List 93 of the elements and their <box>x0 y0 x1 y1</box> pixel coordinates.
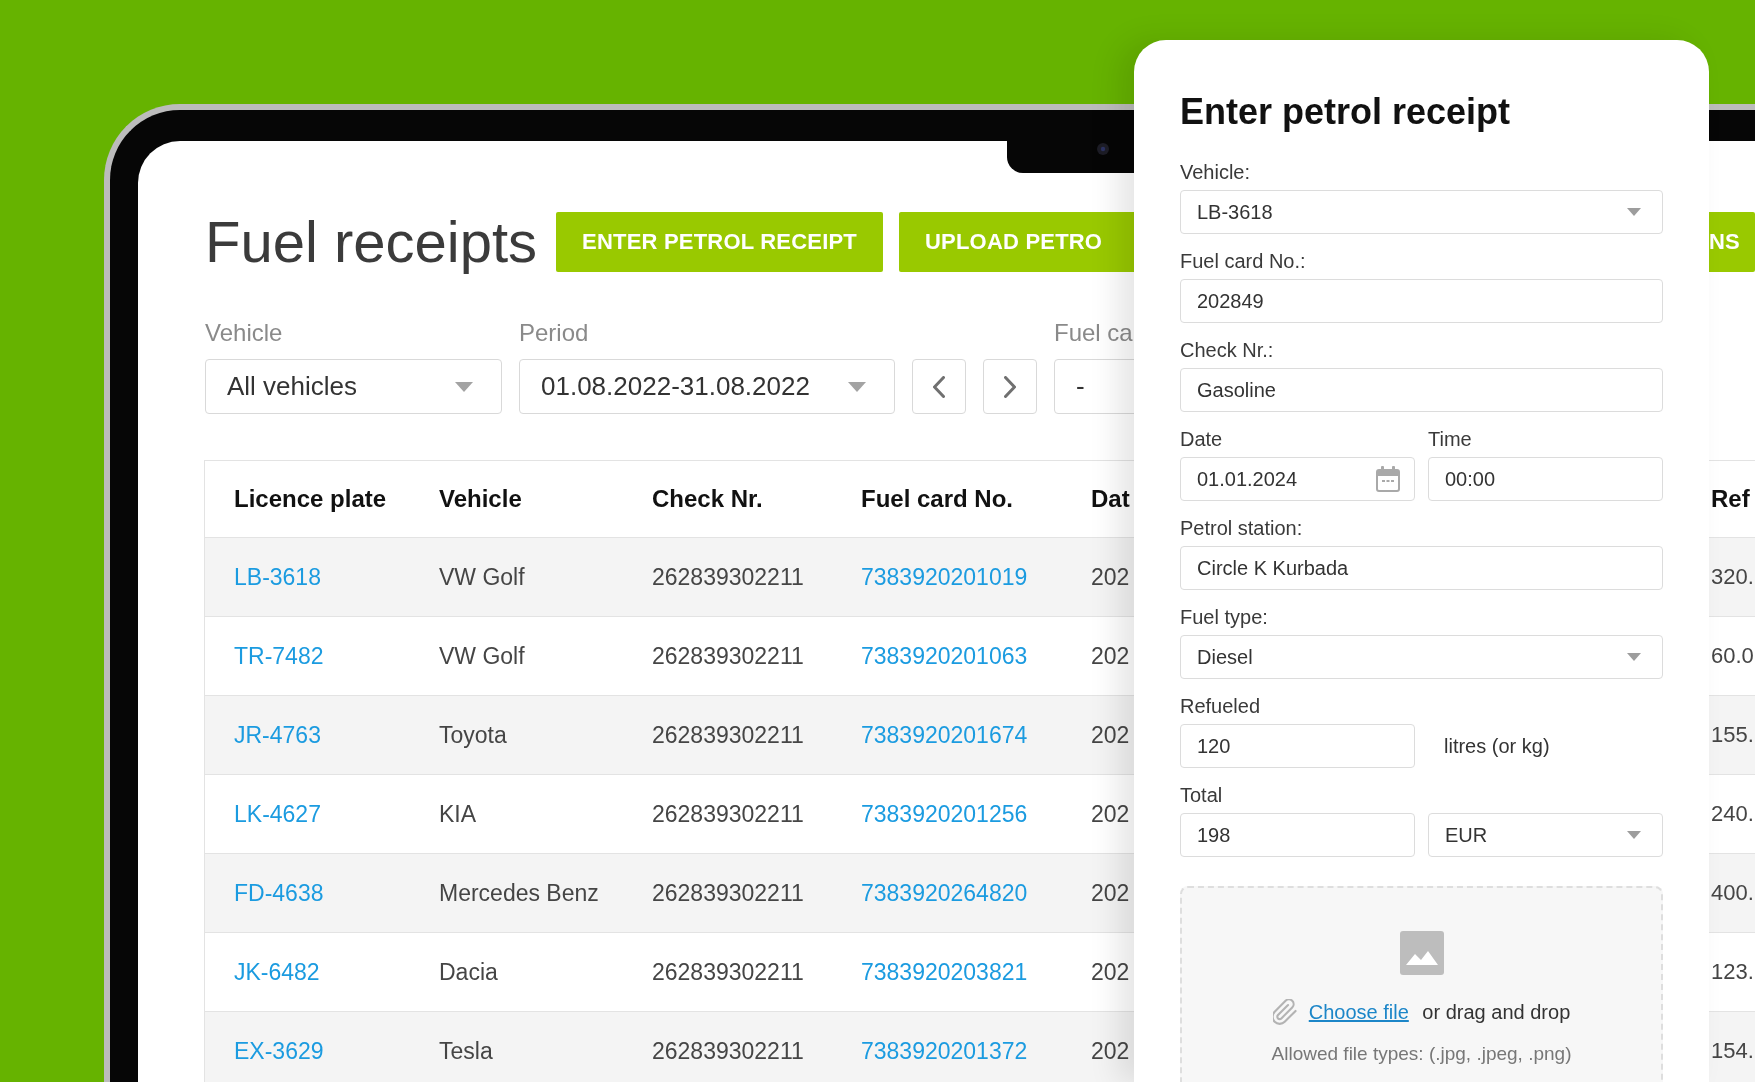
table-cell: 262839302211 <box>652 1037 804 1064</box>
table-link[interactable]: TR-7482 <box>234 642 324 669</box>
dialog-title: Enter petrol receipt <box>1180 92 1511 132</box>
table-link[interactable]: JK-6482 <box>234 958 320 985</box>
table-link[interactable]: EX-3629 <box>234 1037 324 1064</box>
field-label: Time <box>1428 428 1472 450</box>
column-header: Vehicle <box>439 485 522 512</box>
table-cell: Tesla <box>439 1037 493 1064</box>
table-cell: 240. <box>1711 801 1754 826</box>
table-link[interactable]: 7383920201674 <box>861 721 1028 748</box>
field-label: Petrol station: <box>1180 517 1303 539</box>
paperclip-icon <box>1272 999 1297 1025</box>
table-cell: VW Golf <box>439 563 525 590</box>
chevron-right-icon <box>1004 375 1016 398</box>
dropdown-caret-icon <box>1627 831 1641 839</box>
field-label: Fuel card No.: <box>1180 250 1306 272</box>
column-header: Fuel card No. <box>861 485 1014 512</box>
column-header: Check Nr. <box>652 485 763 512</box>
table-cell: 60.0 <box>1711 643 1754 668</box>
table-cell: 155. <box>1711 722 1754 747</box>
table-cell: 262839302211 <box>652 563 804 590</box>
column-header: Ref <box>1711 485 1750 512</box>
table-cell: 262839302211 <box>652 800 804 827</box>
dropdown-caret-icon <box>1627 653 1641 661</box>
page-title: Fuel receipts <box>205 212 538 272</box>
table-link[interactable]: 7383920264820 <box>861 879 1028 906</box>
dropdown-field[interactable]: 01.08.2022-31.08.2022 <box>519 359 895 414</box>
field-label: Refueled <box>1180 695 1261 717</box>
table-cell: 202 <box>1091 642 1130 669</box>
filter-label: Vehicle <box>205 318 283 348</box>
field-label: Check Nr.: <box>1180 339 1274 361</box>
table-cell: 320. <box>1711 564 1754 589</box>
table-cell: 202 <box>1091 1037 1130 1064</box>
chevron-left-icon <box>933 375 945 398</box>
dropdown-caret-icon <box>455 381 473 392</box>
input-field[interactable]: 00:00 <box>1428 457 1663 501</box>
dropdown-caret-icon <box>848 381 866 392</box>
date-field[interactable]: 01.01.2024 <box>1180 457 1415 501</box>
table-cell: 262839302211 <box>652 958 804 985</box>
file-dropzone[interactable]: Choose file or drag and drop Allowed file types: (.jpg, .jpeg, .png) <box>1180 886 1663 1082</box>
unit-label: litres (or kg) <box>1444 734 1550 758</box>
image-icon <box>1399 931 1444 975</box>
column-header: Licence plate <box>234 485 387 512</box>
camera-dot-icon <box>1097 143 1109 155</box>
field-label: Total <box>1180 784 1223 806</box>
table-link[interactable]: JR-4763 <box>234 721 321 748</box>
table-cell: 262839302211 <box>652 642 804 669</box>
table-cell: 202 <box>1091 879 1130 906</box>
input-field[interactable]: Circle K Kurbada <box>1180 546 1663 590</box>
field-label: Vehicle: <box>1180 161 1251 183</box>
dropdown-field[interactable]: All vehicles <box>205 359 502 414</box>
table-cell: Dacia <box>439 958 498 985</box>
table-cell: 400. <box>1711 880 1754 905</box>
dropdown-caret-icon <box>1627 208 1641 216</box>
table-link[interactable]: FD-4638 <box>234 879 324 906</box>
filter-label: Period <box>519 318 589 348</box>
input-field[interactable]: Gasoline <box>1180 368 1663 412</box>
table-cell: VW Golf <box>439 642 525 669</box>
table-cell: Toyota <box>439 721 507 748</box>
dropdown-field[interactable]: LB-3618 <box>1180 190 1663 234</box>
input-field[interactable]: 198 <box>1180 813 1415 857</box>
filter-label: Fuel ca <box>1054 318 1133 348</box>
table-link[interactable]: LK-4627 <box>234 800 321 827</box>
dropdown-field[interactable]: Diesel <box>1180 635 1663 679</box>
upload-prompt: Choose file or drag and drop <box>1308 1000 1571 1025</box>
file-types-note: Allowed file types: (.jpg, .jpeg, .png) <box>1271 1042 1572 1066</box>
table-cell: 202 <box>1091 721 1130 748</box>
table-cell: 202 <box>1091 958 1130 985</box>
table-link[interactable]: 7383920201019 <box>861 563 1028 590</box>
table-link[interactable]: 7383920203821 <box>861 958 1028 985</box>
next-button[interactable] <box>983 359 1037 414</box>
table-link[interactable]: 7383920201256 <box>861 800 1028 827</box>
table-cell: 123. <box>1711 959 1754 984</box>
table-cell: 154. <box>1711 1038 1754 1063</box>
input-field[interactable]: 202849 <box>1180 279 1663 323</box>
table-link[interactable]: LB-3618 <box>234 563 321 590</box>
field-label: Fuel type: <box>1180 606 1268 628</box>
action-button[interactable]: ENTER PETROL RECEIPT <box>556 212 883 272</box>
calendar-icon <box>1376 466 1400 492</box>
table-cell: 202 <box>1091 563 1130 590</box>
choose-file-link[interactable]: Choose file <box>1308 1001 1409 1023</box>
table-cell: Mercedes Benz <box>439 879 599 906</box>
field-label: Date <box>1180 428 1223 450</box>
input-field[interactable]: 120 <box>1180 724 1415 768</box>
table-cell: 262839302211 <box>652 721 804 748</box>
table-cell: 262839302211 <box>652 879 804 906</box>
table-cell: 202 <box>1091 800 1130 827</box>
column-header: Dat <box>1091 485 1130 512</box>
table-link[interactable]: 7383920201372 <box>861 1037 1028 1064</box>
dropdown-field[interactable]: EUR <box>1428 813 1663 857</box>
table-link[interactable]: 7383920201063 <box>861 642 1028 669</box>
table-cell: KIA <box>439 800 477 827</box>
previous-button[interactable] <box>912 359 966 414</box>
